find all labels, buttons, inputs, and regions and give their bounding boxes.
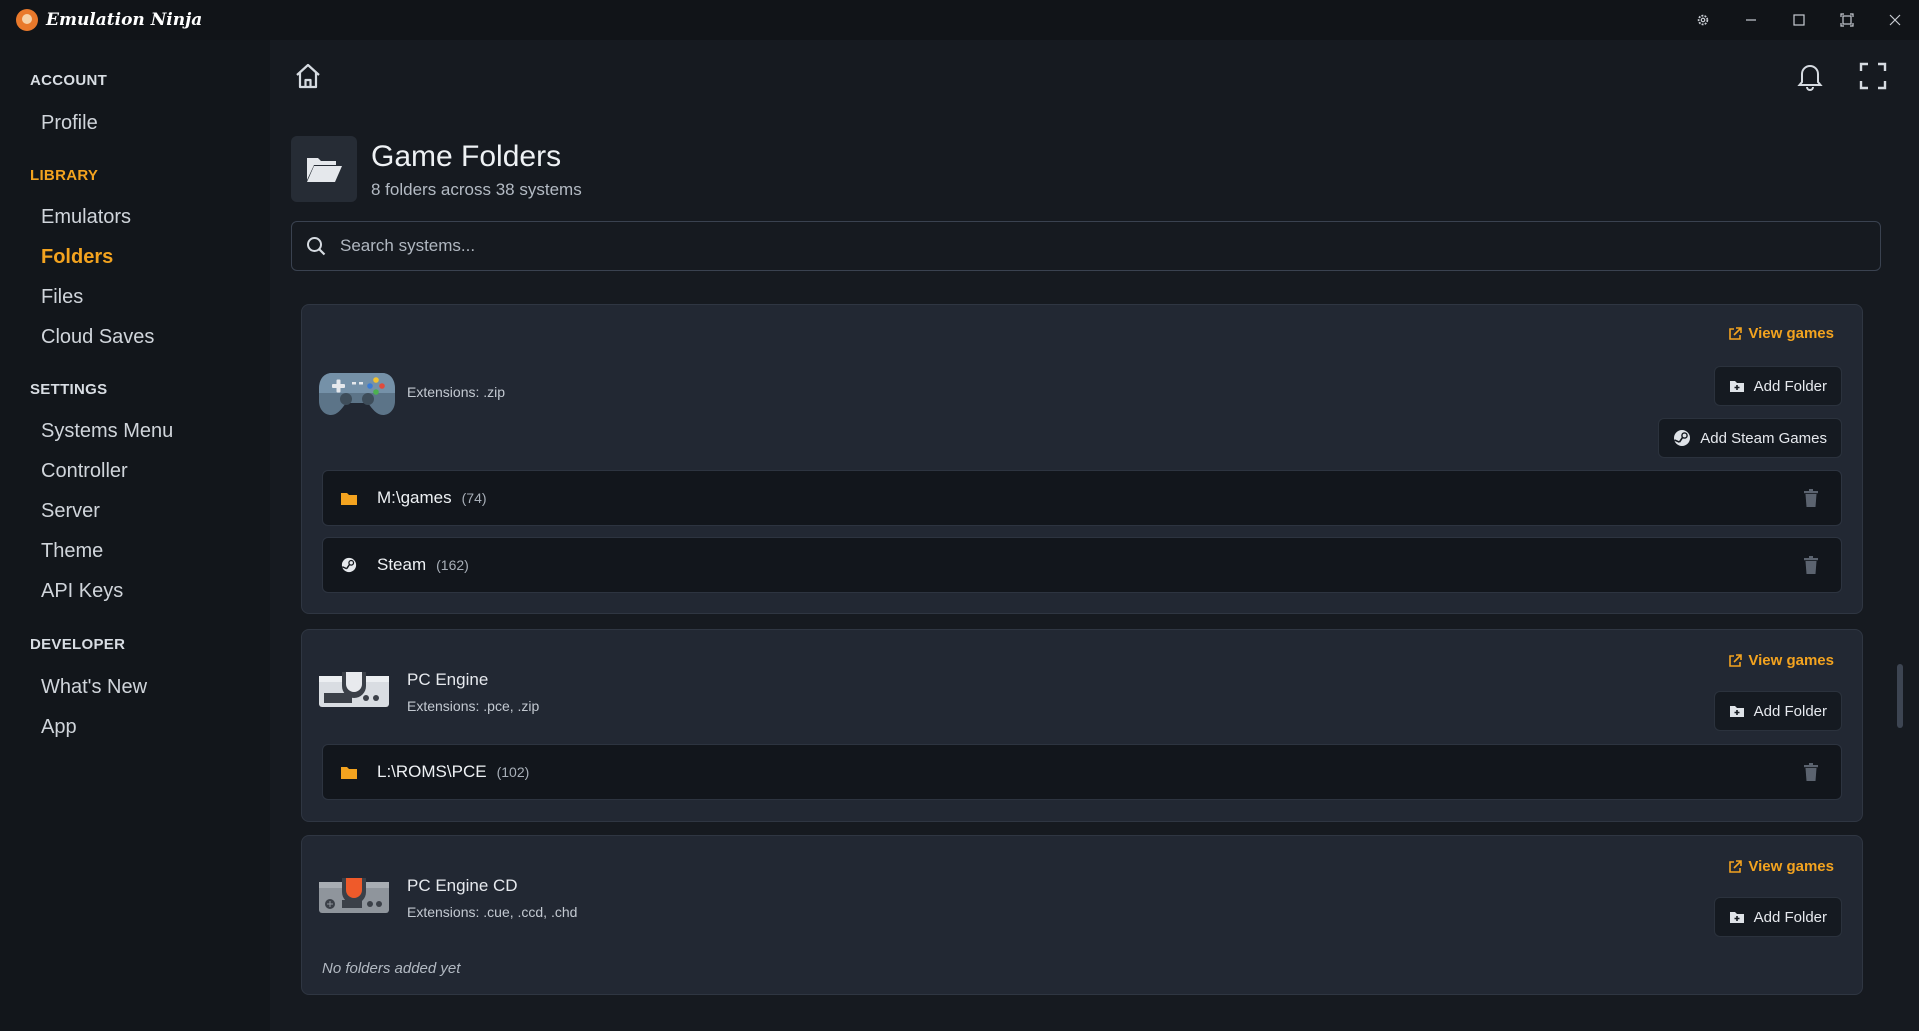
minimize-button[interactable] — [1727, 0, 1775, 40]
trash-icon[interactable] — [1803, 489, 1819, 512]
view-games-label: View games — [1748, 858, 1834, 875]
sidebar-item-api-keys[interactable]: API Keys — [41, 580, 123, 603]
sidebar-item-server[interactable]: Server — [41, 500, 100, 523]
sidebar-item-systems-menu[interactable]: Systems Menu — [41, 420, 173, 443]
folder-plus-icon — [1729, 706, 1744, 717]
system-name: PC Engine — [407, 670, 489, 689]
page-subtitle: 8 folders across 38 systems — [371, 180, 582, 199]
folder-icon — [341, 492, 361, 505]
view-games-link[interactable]: View games — [1728, 325, 1834, 342]
folder-path: M:\games — [377, 488, 452, 507]
folder-plus-icon — [1729, 381, 1744, 392]
view-games-link[interactable]: View games — [1728, 652, 1834, 669]
add-folder-label: Add Folder — [1753, 702, 1827, 720]
search-input[interactable] — [338, 235, 1880, 257]
view-games-label: View games — [1748, 325, 1834, 342]
search-bar — [291, 221, 1881, 271]
sidebar-item-theme[interactable]: Theme — [41, 540, 103, 563]
sidebar-item-cloud-saves[interactable]: Cloud Saves — [41, 326, 154, 349]
scrollbar-thumb[interactable] — [1897, 664, 1903, 728]
sidebar-section-account: ACCOUNT — [30, 72, 108, 89]
add-folder-label: Add Folder — [1753, 377, 1827, 395]
folder-count: (74) — [461, 490, 487, 506]
add-folder-button[interactable]: Add Folder — [1713, 897, 1842, 937]
system-extensions: Extensions: .zip — [407, 384, 506, 400]
folder-icon — [341, 766, 361, 779]
view-games-label: View games — [1748, 652, 1834, 669]
external-link-icon — [1729, 653, 1743, 667]
folder-plus-icon — [1729, 912, 1744, 923]
gamepad-icon — [318, 365, 395, 415]
steam-icon — [341, 557, 361, 573]
add-folder-button[interactable]: Add Folder — [1713, 691, 1842, 731]
top-bar — [270, 40, 1919, 112]
trash-icon[interactable] — [1803, 763, 1819, 786]
fullscreen-icon[interactable] — [1853, 56, 1893, 96]
sidebar-item-app[interactable]: App — [41, 716, 77, 739]
sidebar-section-settings: SETTINGS — [30, 381, 108, 398]
maximize-button[interactable] — [1775, 0, 1823, 40]
main-content: Game Folders 8 folders across 38 systems… — [270, 40, 1919, 1031]
fullscreen-window-button[interactable] — [1823, 0, 1871, 40]
sidebar-item-folders[interactable]: Folders — [41, 246, 113, 269]
app-logo-icon — [16, 9, 38, 31]
sidebar-item-emulators[interactable]: Emulators — [41, 206, 131, 229]
search-icon — [307, 237, 326, 256]
add-folder-label: Add Folder — [1753, 908, 1827, 926]
close-button[interactable] — [1871, 0, 1919, 40]
sidebar-item-whats-new[interactable]: What's New — [41, 676, 147, 699]
folder-path: Steam — [377, 555, 427, 574]
add-steam-games-label: Add Steam Games — [1700, 429, 1827, 447]
system-card: Extensions: .zip View games Add Folder A… — [301, 304, 1863, 614]
folder-open-icon — [291, 136, 357, 202]
sidebar-section-developer: DEVELOPER — [30, 636, 126, 653]
folder-row[interactable]: Steam (162) — [322, 537, 1842, 593]
folder-path: L:\ROMS\PCE — [377, 762, 487, 781]
system-card: PC Engine Extensions: .pce, .zip View ga… — [301, 629, 1863, 822]
window-controls — [1679, 0, 1919, 40]
sidebar-section-library: LIBRARY — [30, 167, 99, 184]
sidebar-item-controller[interactable]: Controller — [41, 460, 128, 483]
folder-count: (162) — [436, 557, 469, 573]
app-name: Emulation Ninja — [46, 10, 203, 30]
pc-engine-console-icon — [318, 668, 394, 718]
folder-row[interactable]: L:\ROMS\PCE (102) — [322, 744, 1842, 800]
sidebar-item-files[interactable]: Files — [41, 286, 83, 309]
folder-count: (102) — [496, 764, 530, 780]
title-bar: Emulation Ninja — [0, 0, 1919, 40]
steam-icon — [1674, 430, 1691, 446]
external-link-icon — [1729, 859, 1743, 873]
trash-icon[interactable] — [1803, 556, 1819, 579]
external-link-icon — [1729, 326, 1743, 340]
sidebar-item-profile[interactable]: Profile — [41, 112, 98, 135]
page-title: Game Folders — [371, 140, 562, 173]
add-steam-games-button[interactable]: Add Steam Games — [1658, 418, 1842, 458]
settings-gear-icon[interactable] — [1679, 0, 1727, 40]
empty-folders-note: No folders added yet — [322, 960, 461, 977]
folder-row[interactable]: M:\games (74) — [322, 470, 1842, 526]
home-icon[interactable] — [288, 56, 328, 96]
system-name: PC Engine CD — [407, 876, 518, 895]
system-card: PC Engine CD Extensions: .cue, .ccd, .ch… — [301, 835, 1863, 995]
bell-icon[interactable] — [1790, 56, 1830, 96]
add-folder-button[interactable]: Add Folder — [1713, 366, 1842, 406]
view-games-link[interactable]: View games — [1728, 858, 1834, 875]
sidebar: ACCOUNT Profile LIBRARY Emulators Folder… — [0, 40, 270, 1031]
pc-engine-cd-console-icon — [318, 874, 394, 924]
system-extensions: Extensions: .cue, .ccd, .chd — [407, 904, 578, 920]
system-extensions: Extensions: .pce, .zip — [407, 698, 540, 714]
